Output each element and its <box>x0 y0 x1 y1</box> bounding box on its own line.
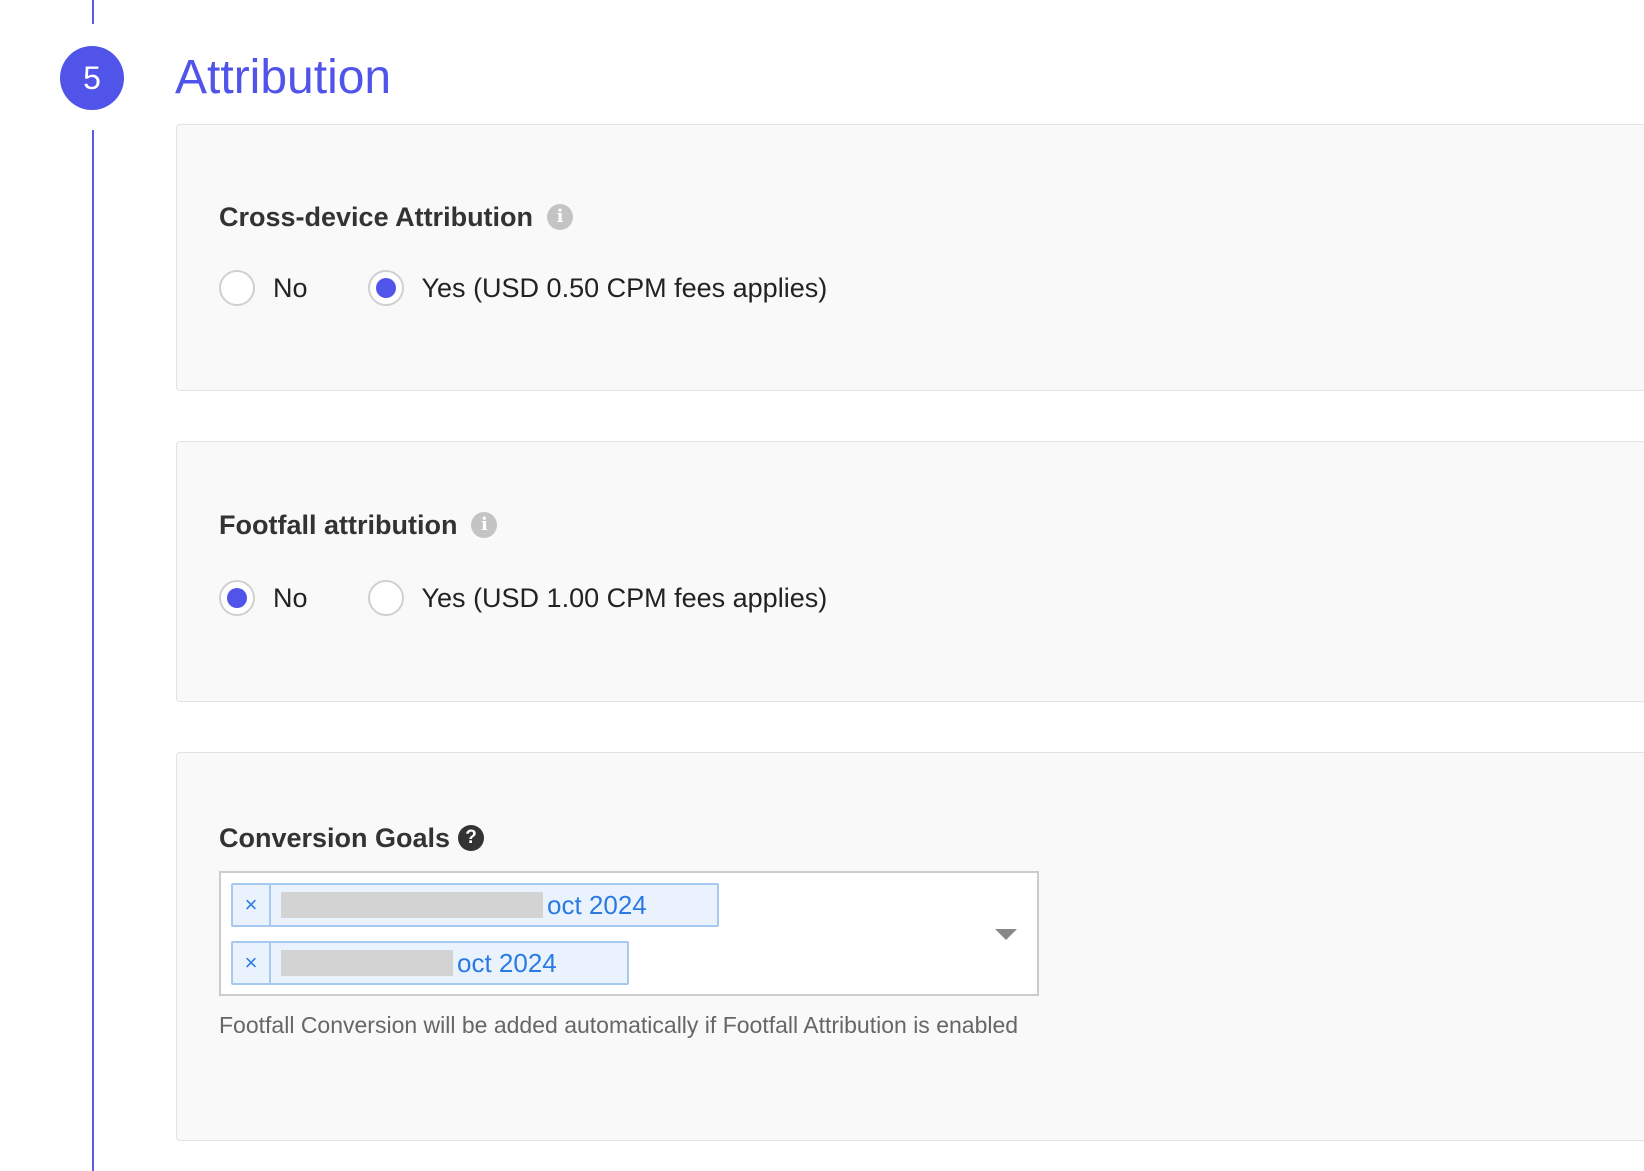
radio-button[interactable] <box>219 270 255 306</box>
conversion-goals-label-text: Conversion Goals <box>219 823 451 853</box>
conversion-goal-tag: × oct 2024 <box>231 883 719 927</box>
step-connector-line-bottom <box>92 130 94 1171</box>
help-icon[interactable]: ? <box>458 825 485 851</box>
cross-device-attribution-panel: Cross-device Attribution i No Yes (USD 0… <box>176 124 1644 391</box>
footfall-option-no[interactable]: No <box>219 580 308 616</box>
radio-button[interactable] <box>367 580 404 616</box>
footfall-attribution-label: Footfall attribution i <box>219 509 498 541</box>
cross-device-option-no[interactable]: No <box>219 270 308 306</box>
conversion-goals-panel: Conversion Goals ? × oct 2024 × oct 2024… <box>176 752 1644 1141</box>
info-icon[interactable]: i <box>547 204 574 230</box>
tag-label: oct 2024 <box>457 947 557 978</box>
info-icon[interactable]: i <box>471 512 498 538</box>
redacted-text <box>281 892 543 918</box>
conversion-goals-select[interactable]: × oct 2024 × oct 2024 <box>219 871 1039 996</box>
radio-button[interactable] <box>219 580 255 616</box>
remove-tag-icon[interactable]: × <box>233 943 271 983</box>
cross-device-radio-group: No Yes (USD 0.50 CPM fees applies) <box>219 270 887 306</box>
footfall-attribution-panel: Footfall attribution i No Yes (USD 1.00 … <box>176 441 1644 702</box>
radio-label: Yes (USD 1.00 CPM fees applies) <box>421 582 828 613</box>
footfall-attribution-label-text: Footfall attribution <box>219 510 458 540</box>
footfall-option-yes[interactable]: Yes (USD 1.00 CPM fees applies) <box>367 580 828 616</box>
dropdown-arrow-icon[interactable] <box>995 929 1017 940</box>
tag-label: oct 2024 <box>547 889 647 920</box>
cross-device-attribution-label-text: Cross-device Attribution <box>219 202 534 232</box>
radio-label: No <box>273 272 308 303</box>
redacted-text <box>281 950 453 976</box>
footfall-radio-group: No Yes (USD 1.00 CPM fees applies) <box>219 580 887 616</box>
radio-label: Yes (USD 0.50 CPM fees applies) <box>421 272 828 303</box>
section-title: Attribution <box>175 51 392 104</box>
conversion-goals-help-text: Footfall Conversion will be added automa… <box>219 1012 1019 1038</box>
radio-label: No <box>273 582 308 613</box>
cross-device-option-yes[interactable]: Yes (USD 0.50 CPM fees applies) <box>367 270 828 306</box>
conversion-goal-tag: × oct 2024 <box>231 941 629 985</box>
step-number-badge: 5 <box>60 46 124 110</box>
cross-device-attribution-label: Cross-device Attribution i <box>219 201 574 233</box>
remove-tag-icon[interactable]: × <box>233 885 271 925</box>
conversion-goals-label: Conversion Goals ? <box>219 822 485 854</box>
step-connector-line-top <box>92 0 94 24</box>
radio-button[interactable] <box>367 270 404 306</box>
